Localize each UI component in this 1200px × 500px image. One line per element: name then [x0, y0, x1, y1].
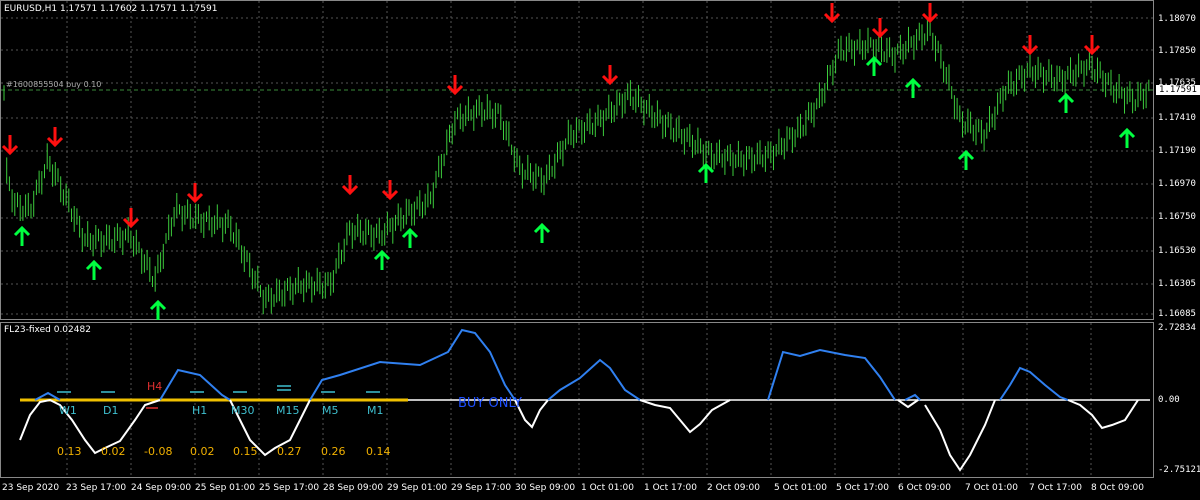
sell-signal-arrow — [1021, 35, 1039, 56]
tf-label-m1: M1 — [367, 404, 384, 417]
time-tick-label: 24 Sep 09:00 — [131, 483, 192, 493]
time-tick-label: 28 Sep 09:00 — [323, 483, 384, 493]
tf-label-m30: M30 — [231, 404, 255, 417]
tf-value-m30: 0.15 — [233, 445, 258, 458]
price-tick-label: 1.16970 — [1158, 179, 1196, 189]
time-tick-label: 5 Oct 01:00 — [774, 483, 827, 493]
tf-value-h4: -0.08 — [144, 445, 173, 458]
indicator-blue-line — [34, 328, 1069, 401]
time-tick-label: 23 Sep 2020 — [2, 483, 60, 493]
time-tick-label: 25 Sep 01:00 — [195, 483, 256, 493]
sell-signal-arrow — [122, 208, 140, 229]
sell-signal-arrow — [601, 65, 619, 86]
price-tick-label: 1.16750 — [1158, 212, 1196, 222]
sell-signal-arrow — [921, 3, 939, 24]
time-tick-label: 2 Oct 09:00 — [707, 483, 760, 493]
tf-value-w1: 0.13 — [57, 445, 82, 458]
price-tick-label: 1.16305 — [1158, 279, 1196, 289]
indicator-title: FL23-fixed 0.02482 — [4, 325, 91, 335]
time-tick-label: 29 Sep 17:00 — [451, 483, 512, 493]
sell-signal-arrow — [381, 180, 399, 201]
chart-title: EURUSD,H1 1.17571 1.17602 1.17571 1.1759… — [4, 4, 218, 14]
tf-label-m5: M5 — [322, 404, 339, 417]
time-tick-label: 8 Oct 09:00 — [1091, 483, 1144, 493]
time-tick-label: 1 Oct 01:00 — [581, 483, 634, 493]
tf-value-m1: 0.14 — [366, 445, 391, 458]
indicator-scale-zero: 0.00 — [1158, 395, 1180, 405]
tf-value-m5: 0.26 — [321, 445, 346, 458]
price-tick-label: 1.16530 — [1158, 246, 1196, 256]
time-tick-label: 23 Sep 17:00 — [66, 483, 127, 493]
tf-label-h4: H4 — [147, 380, 163, 393]
buy-signal-arrow — [533, 222, 551, 243]
buy-signal-arrow — [85, 259, 103, 280]
time-tick-label: 30 Sep 09:00 — [515, 483, 576, 493]
buy-signal-arrow — [401, 227, 419, 248]
tf-label-h1: H1 — [192, 404, 208, 417]
indicator-scale-min: -2.75121 — [1158, 465, 1200, 475]
sell-signal-arrow — [871, 18, 889, 39]
buy-signal-arrow — [1057, 92, 1075, 113]
buy-signal-arrow — [957, 149, 975, 170]
tf-label-m15: M15 — [276, 404, 300, 417]
tf-label-d1: D1 — [103, 404, 119, 417]
indicator-scale-max: 2.72834 — [1158, 323, 1196, 333]
chart-canvas — [1, 1, 1153, 477]
price-tick-label: 1.17410 — [1158, 113, 1196, 123]
sell-signal-arrow — [186, 183, 204, 204]
buy-signal-arrow — [1118, 127, 1136, 148]
buy-signal-arrow — [865, 55, 883, 76]
time-tick-label: 7 Oct 01:00 — [965, 483, 1018, 493]
trade-mode-status: BUY ONLY — [458, 396, 522, 411]
buy-signal-arrow — [149, 299, 167, 320]
price-tick-label: 1.17635 — [1158, 78, 1196, 88]
time-tick-label: 7 Oct 17:00 — [1029, 483, 1082, 493]
tf-value-d1: 0.02 — [101, 445, 126, 458]
time-tick-label: 25 Sep 17:00 — [259, 483, 320, 493]
time-tick-label: 1 Oct 17:00 — [644, 483, 697, 493]
sell-signal-arrow — [1, 135, 19, 156]
tf-value-m15: 0.27 — [277, 445, 302, 458]
tf-value-h1: 0.02 — [190, 445, 215, 458]
tf-label-w1: W1 — [59, 404, 77, 417]
time-tick-label: 29 Sep 01:00 — [387, 483, 448, 493]
sell-signal-arrow — [46, 127, 64, 148]
price-tick-label: 1.17190 — [1158, 146, 1196, 156]
price-tick-label: 1.16085 — [1158, 309, 1196, 319]
buy-signal-arrow — [13, 225, 31, 246]
time-tick-label: 5 Oct 17:00 — [836, 483, 889, 493]
sell-signal-arrow — [341, 175, 359, 196]
time-tick-label: 6 Oct 09:00 — [898, 483, 951, 493]
price-tick-label: 1.17850 — [1158, 46, 1196, 56]
order-line-label[interactable]: #1600855504 buy 0.10 — [6, 80, 101, 89]
price-tick-label: 1.18070 — [1158, 14, 1196, 24]
